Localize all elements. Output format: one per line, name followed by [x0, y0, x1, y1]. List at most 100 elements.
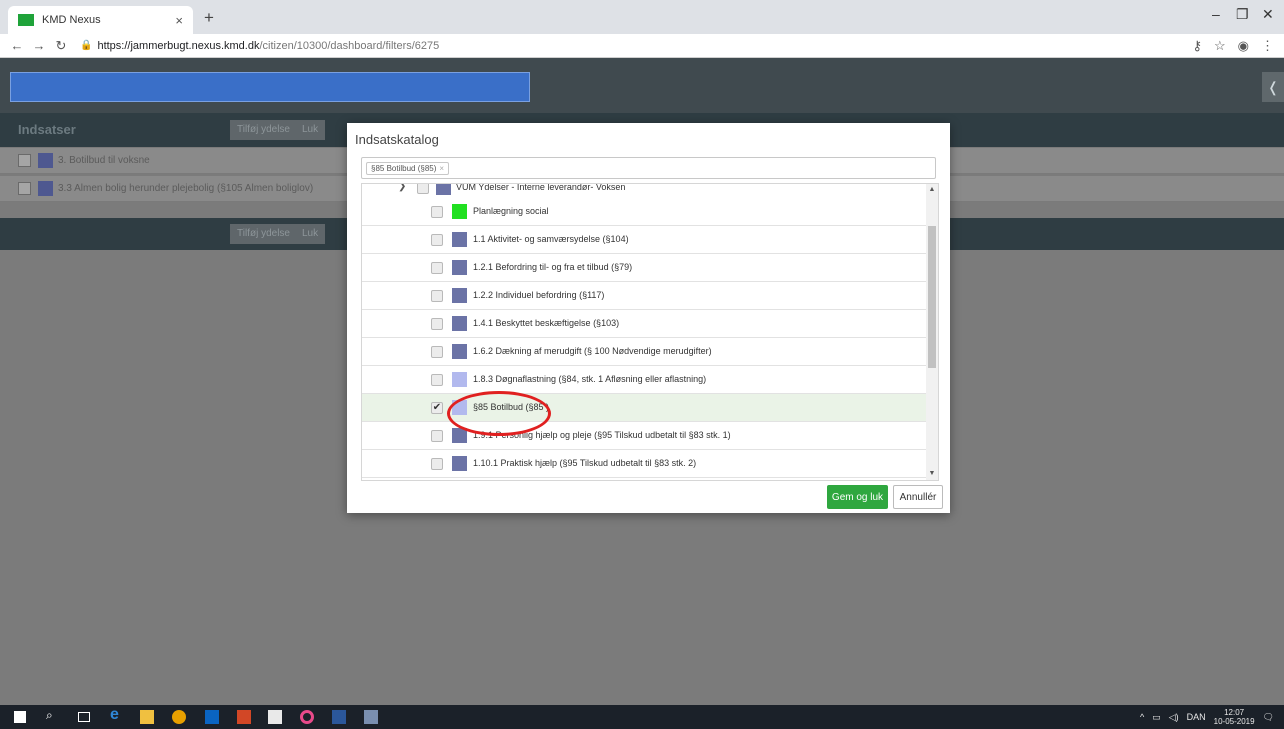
item-checkbox[interactable]: [431, 262, 443, 274]
lock-icon: 🔒: [80, 40, 93, 51]
reload-icon[interactable]: ↻: [50, 38, 72, 54]
add-service-button-bottom[interactable]: Tilføj ydelse: [230, 224, 297, 244]
tree-parent-label: VUM Ydelser - Interne leverandør- Voksen: [456, 183, 626, 192]
app-ring-icon[interactable]: [300, 710, 314, 724]
item-checkbox[interactable]: ✔: [431, 402, 443, 414]
scroll-up-icon[interactable]: ▲: [926, 184, 938, 196]
outlook-icon[interactable]: [205, 710, 219, 724]
chevron-down-icon[interactable]: ❯: [398, 184, 406, 192]
app-header: ❬: [0, 58, 1284, 113]
color-swatch: [452, 456, 467, 471]
parent-checkbox[interactable]: [417, 184, 429, 194]
tree-item[interactable]: ✔ §85 Botilbud (§85 ): [362, 394, 927, 422]
color-swatch: [452, 204, 467, 219]
item-label: 1.8.3 Døgnaflastning (§84, stk. 1 Afløsn…: [473, 374, 707, 384]
item-checkbox[interactable]: [431, 430, 443, 442]
item-label: 1.6.2 Dækning af merudgift (§ 100 Nødven…: [473, 346, 712, 356]
item-label: §85 Botilbud (§85 ): [473, 402, 550, 412]
tree-item[interactable]: 1.10.1 Praktisk hjælp (§95 Tilskud udbet…: [362, 450, 927, 478]
collapse-panel-icon[interactable]: ❬: [1262, 72, 1284, 102]
powerpoint-icon[interactable]: [237, 710, 251, 724]
close-button[interactable]: Luk: [295, 120, 326, 140]
add-service-button[interactable]: Tilføj ydelse: [230, 120, 297, 140]
color-swatch: [452, 344, 467, 359]
tree-scrollbar[interactable]: ▲ ▼: [926, 184, 938, 480]
url-path: /citizen/10300/dashboard/filters/6275: [259, 39, 440, 52]
cancel-button[interactable]: Annullér: [893, 485, 943, 509]
item-checkbox[interactable]: [431, 234, 443, 246]
row-checkbox[interactable]: [18, 154, 31, 167]
search-icon[interactable]: ⌕: [46, 708, 60, 722]
key-icon[interactable]: ⚷: [1192, 38, 1202, 54]
app-icon[interactable]: [364, 710, 378, 724]
item-label: 1.1 Aktivitet- og samværsydelse (§104): [473, 234, 629, 244]
browser-tab[interactable]: KMD Nexus ×: [8, 6, 193, 34]
file-explorer-icon[interactable]: [140, 710, 154, 724]
bookmark-star-icon[interactable]: ☆: [1214, 38, 1226, 54]
language-indicator[interactable]: DAN: [1187, 712, 1206, 722]
tree-parent-row[interactable]: ❯ VUM Ydelser - Interne leverandør- Voks…: [362, 183, 927, 198]
scroll-thumb[interactable]: [928, 226, 936, 368]
notifications-icon[interactable]: 🗨: [1263, 712, 1274, 723]
color-swatch: [38, 153, 53, 168]
item-checkbox[interactable]: [431, 374, 443, 386]
tree-item[interactable]: 1.4.1 Beskyttet beskæftigelse (§103): [362, 310, 927, 338]
minimize-icon[interactable]: –: [1212, 6, 1220, 22]
back-icon[interactable]: ←: [6, 38, 28, 53]
item-checkbox[interactable]: [431, 318, 443, 330]
file-icon[interactable]: [268, 710, 282, 724]
color-swatch: [452, 428, 467, 443]
restore-icon[interactable]: ❐: [1236, 6, 1249, 23]
color-swatch: [436, 184, 451, 195]
tree-item[interactable]: 1.1 Aktivitet- og samværsydelse (§104): [362, 226, 927, 254]
clock-date: 10-05-2019: [1213, 717, 1255, 726]
volume-icon[interactable]: ◁): [1169, 712, 1179, 723]
url-field[interactable]: 🔒 https://jammerbugt.nexus.kmd.dk /citiz…: [80, 40, 439, 52]
item-label: 1.9.1 Personlig hjælp og pleje (§95 Tils…: [473, 430, 731, 440]
menu-dots-icon[interactable]: ⋮: [1261, 38, 1274, 54]
network-icon[interactable]: ▭: [1152, 712, 1161, 723]
url-host: https://jammerbugt.nexus.kmd.dk: [97, 39, 260, 52]
dialog-title: Indsatskatalog: [355, 132, 439, 147]
filter-input[interactable]: §85 Botilbud (§85) ×: [361, 157, 936, 179]
header-search-field[interactable]: [10, 72, 530, 102]
profile-icon[interactable]: ◉: [1238, 38, 1249, 54]
item-checkbox[interactable]: [431, 346, 443, 358]
item-label: 1.2.2 Individuel befordring (§117): [473, 290, 605, 300]
item-label: 1.4.1 Beskyttet beskæftigelse (§103): [473, 318, 620, 328]
tree-item[interactable]: 1.2.2 Individuel befordring (§117): [362, 282, 927, 310]
section-title: Indsatser: [18, 122, 76, 137]
save-and-close-button[interactable]: Gem og luk: [827, 485, 888, 509]
filter-chip[interactable]: §85 Botilbud (§85) ×: [366, 162, 450, 175]
tab-close-icon[interactable]: ×: [175, 13, 183, 28]
edge-icon[interactable]: e: [110, 706, 124, 723]
scroll-down-icon[interactable]: ▼: [926, 468, 938, 480]
row-label: 3.3 Almen bolig herunder plejebolig (§10…: [58, 183, 314, 194]
color-swatch: [452, 372, 467, 387]
address-bar: ← → ↻ 🔒 https://jammerbugt.nexus.kmd.dk …: [0, 34, 1284, 58]
item-checkbox[interactable]: [431, 206, 443, 218]
tree-item[interactable]: Planlægning social: [362, 198, 927, 226]
tree-item[interactable]: 1.2.1 Befordring til- og fra et tilbud (…: [362, 254, 927, 282]
item-checkbox[interactable]: [431, 458, 443, 470]
forward-icon[interactable]: →: [28, 38, 50, 53]
tree-item[interactable]: 1.8.3 Døgnaflastning (§84, stk. 1 Afløsn…: [362, 366, 927, 394]
item-checkbox[interactable]: [431, 290, 443, 302]
item-label: 1.10.1 Praktisk hjælp (§95 Tilskud udbet…: [473, 458, 697, 468]
color-swatch: [452, 288, 467, 303]
word-icon[interactable]: [332, 710, 346, 724]
row-checkbox[interactable]: [18, 182, 31, 195]
window-close-icon[interactable]: ✕: [1262, 6, 1274, 23]
new-tab-icon[interactable]: +: [204, 8, 214, 28]
chrome-icon[interactable]: [172, 710, 186, 724]
windows-start-icon[interactable]: [14, 711, 26, 723]
tab-title: KMD Nexus: [42, 14, 101, 26]
tree-item[interactable]: 1.6.2 Dækning af merudgift (§ 100 Nødven…: [362, 338, 927, 366]
task-view-icon[interactable]: [78, 712, 90, 722]
tree-item[interactable]: 1.9.1 Personlig hjælp og pleje (§95 Tils…: [362, 422, 927, 450]
tray-chevron-icon[interactable]: ^: [1140, 712, 1144, 722]
close-button-bottom[interactable]: Luk: [295, 224, 326, 244]
color-swatch: [452, 316, 467, 331]
clock[interactable]: 12:07 10-05-2019: [1214, 708, 1255, 726]
chip-remove-icon[interactable]: ×: [439, 163, 444, 174]
